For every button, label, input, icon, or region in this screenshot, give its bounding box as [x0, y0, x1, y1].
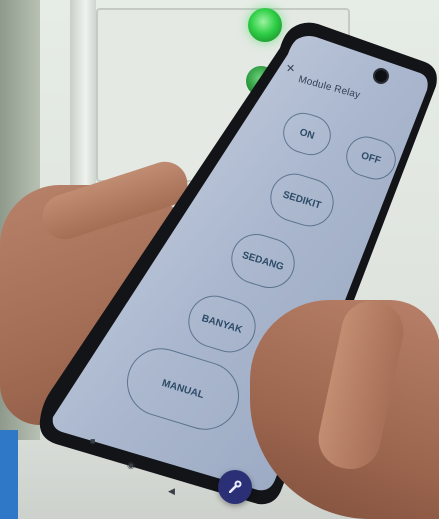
close-icon[interactable]: ✕	[286, 62, 295, 75]
square-icon[interactable]: ■	[90, 436, 95, 446]
wrench-glyph	[229, 480, 242, 493]
manual-button-label: MANUAL	[160, 377, 206, 401]
sedikit-button-label: SEDIKIT	[281, 188, 323, 212]
triangle-icon[interactable]: ◀	[168, 486, 175, 497]
wrench-icon[interactable]	[218, 470, 252, 504]
sedang-button-label: SEDANG	[240, 249, 286, 273]
front-camera	[373, 68, 389, 84]
banyak-button-label: BANYAK	[200, 312, 244, 336]
circle-icon[interactable]: ◉	[127, 460, 135, 471]
on-button-label: ON	[298, 126, 316, 142]
off-button-label: OFF	[359, 149, 383, 167]
